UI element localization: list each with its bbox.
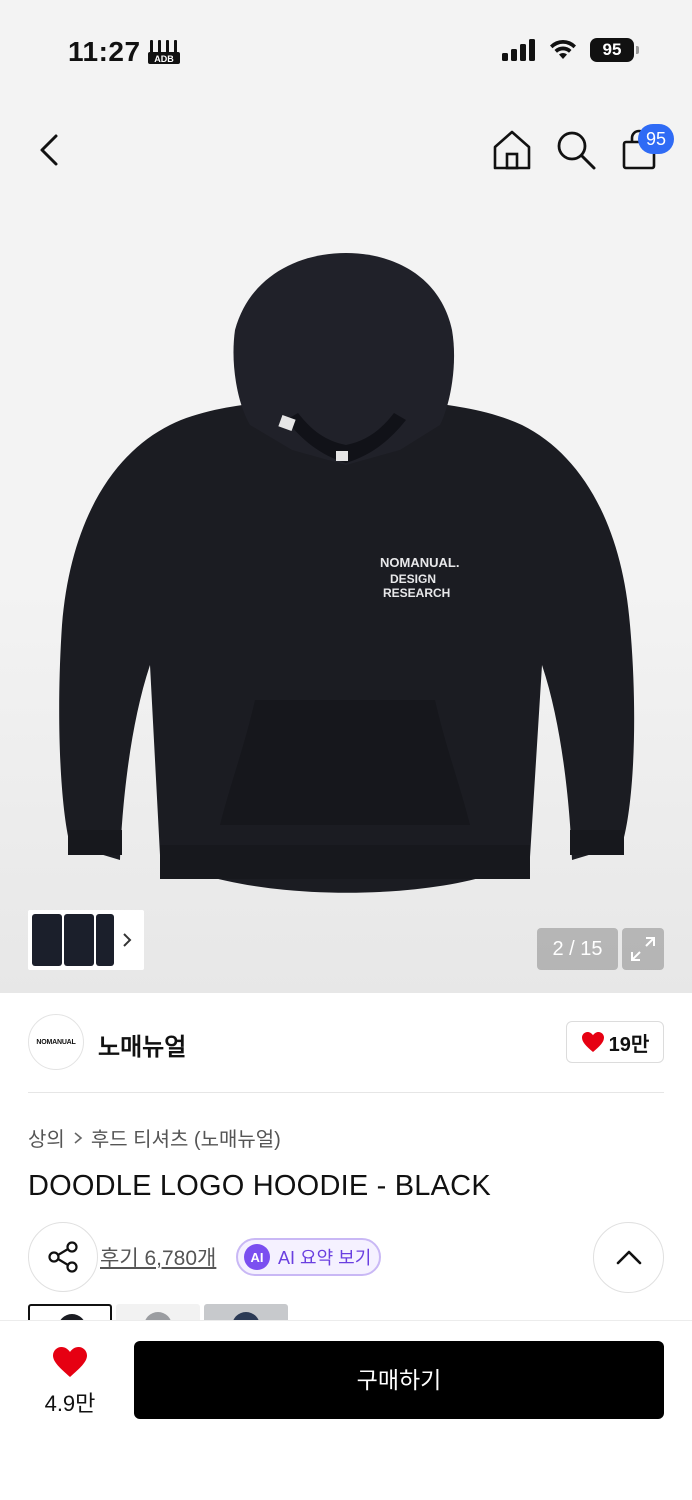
product-title: DOODLE LOGO HOODIE - BLACK (28, 1170, 491, 1202)
share-button[interactable] (28, 1222, 98, 1292)
ai-icon: AI (244, 1244, 270, 1270)
adb-icon: ADB (148, 40, 180, 64)
chevron-right-icon (74, 1131, 83, 1144)
breadcrumb-category[interactable]: 상의 (28, 1123, 65, 1152)
battery-level: 95 (602, 40, 622, 59)
brand-name[interactable]: 노매뉴얼 (98, 1027, 186, 1062)
print-line-3: RESEARCH (383, 586, 450, 600)
wifi-icon (550, 39, 576, 59)
status-indicators: 95 (502, 38, 639, 62)
expand-icon[interactable] (622, 928, 664, 970)
image-counter: 2 / 15 (537, 928, 618, 970)
thumbnail-strip[interactable] (28, 910, 144, 970)
chevron-up-icon (616, 1250, 642, 1265)
thumbnail-front[interactable] (32, 914, 62, 966)
brand-like-button[interactable]: 19만 (566, 1021, 664, 1063)
ai-summary-button[interactable]: AI AI 요약 보기 (236, 1238, 381, 1276)
svg-text:ADB: ADB (154, 54, 174, 64)
print-line-2: DESIGN (390, 572, 436, 586)
thumbnail-back[interactable] (96, 914, 114, 966)
home-icon[interactable] (490, 128, 534, 172)
cart-count-badge: 95 (638, 124, 674, 154)
buy-button[interactable]: 구매하기 (134, 1341, 664, 1419)
wishlist-count: 4.9만 (44, 1391, 96, 1416)
breadcrumb: 상의 후드 티셔츠 (노매뉴얼) (28, 1123, 281, 1152)
thumbnail-side[interactable] (64, 914, 94, 966)
chevron-right-icon[interactable] (120, 930, 134, 950)
status-time: 11:27 (68, 36, 141, 67)
signal-icon (502, 39, 535, 61)
divider (28, 1092, 664, 1093)
scroll-top-button[interactable] (593, 1222, 664, 1293)
brand-logo[interactable]: NOMANUAL (28, 1014, 84, 1070)
share-icon (48, 1241, 78, 1273)
back-arrow-icon[interactable] (30, 128, 70, 172)
wishlist-heart-icon[interactable] (52, 1346, 88, 1378)
heart-icon (581, 1032, 604, 1052)
review-count-link[interactable]: 후기 6,780개 (100, 1242, 216, 1272)
brand-logo-text: NOMANUAL (36, 1038, 76, 1046)
battery-icon: 95 (590, 38, 639, 62)
status-bar: 11:27 ADB 95 (0, 0, 692, 100)
print-line-1: NOMANUAL. (380, 555, 459, 570)
ai-summary-label: AI 요약 보기 (278, 1248, 372, 1268)
breadcrumb-subcategory[interactable]: 후드 티셔츠 (노매뉴얼) (91, 1123, 281, 1152)
product-image: NOMANUAL. DESIGN RESEARCH (59, 253, 635, 893)
brand-like-count: 19만 (608, 1033, 650, 1056)
search-icon[interactable] (554, 128, 598, 172)
